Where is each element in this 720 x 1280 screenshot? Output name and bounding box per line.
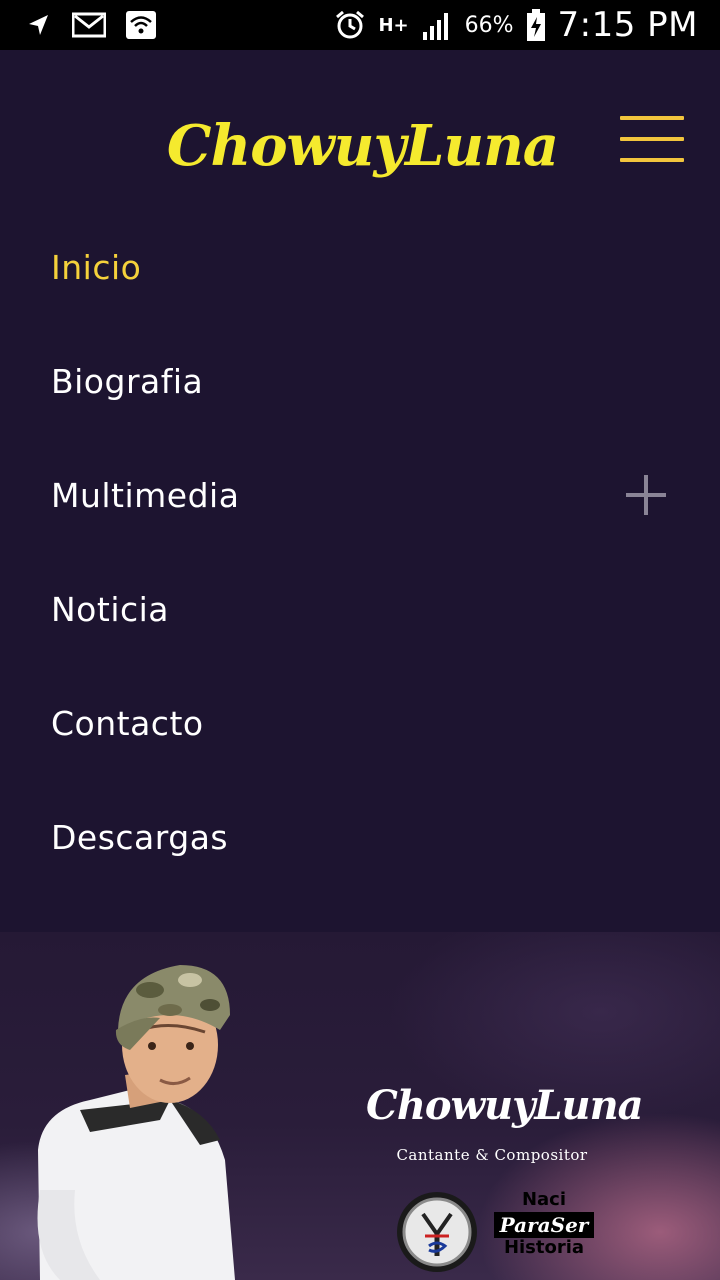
status-bar: H+ 66% 7:15 PM: [0, 0, 720, 50]
badge-bottom-text: Historia: [503, 1237, 585, 1258]
nav-item-contacto[interactable]: Contacto: [0, 666, 720, 780]
main-nav-menu: Inicio Biografia Multimedia Noticia Cont…: [0, 210, 720, 932]
battery-charging-icon: [526, 9, 546, 41]
ts-seal-icon: [397, 1192, 477, 1272]
alarm-icon: [334, 9, 366, 41]
artist-banner: ChowuyLuna Cantante & Compositor Naci Pa…: [0, 932, 720, 1280]
status-time: 7:15 PM: [557, 5, 698, 45]
wifi-icon: [126, 11, 156, 39]
nav-item-noticia[interactable]: Noticia: [0, 552, 720, 666]
hamburger-line: [620, 158, 684, 162]
nav-item-inicio[interactable]: Inicio: [0, 210, 720, 324]
hamburger-line: [620, 137, 684, 141]
status-left-icons: [26, 11, 156, 39]
nav-item-label: Inicio: [51, 247, 142, 287]
banner-subtitle: Cantante & Compositor: [396, 1146, 588, 1164]
artist-photo: [37, 965, 235, 1280]
nav-item-descargas[interactable]: Descargas: [0, 780, 720, 894]
gmail-icon: [72, 12, 106, 38]
nav-item-label: Contacto: [51, 703, 204, 743]
badge-top-text: Naci: [521, 1189, 567, 1210]
naci-para-ser-historia-badge: Naci ParaSer Historia: [493, 1189, 595, 1274]
nav-item-label: Multimedia: [51, 475, 240, 515]
nav-item-biografia[interactable]: Biografia: [0, 324, 720, 438]
status-right-icons: H+ 66% 7:15 PM: [334, 5, 698, 45]
hplus-data-icon: H+: [378, 14, 409, 36]
nav-item-label: Noticia: [51, 589, 170, 629]
nav-item-multimedia[interactable]: Multimedia: [0, 438, 720, 552]
navigation-icon: [26, 12, 52, 38]
site-header: ChowuyLuna: [0, 50, 720, 210]
nav-item-label: Biografia: [51, 361, 204, 401]
battery-percent: 66%: [464, 12, 514, 38]
expand-plus-icon[interactable]: [626, 475, 666, 515]
badge-middle-text: ParaSer: [493, 1212, 595, 1238]
nav-item-label: Descargas: [51, 817, 229, 857]
banner-logo: ChowuyLuna: [366, 1082, 644, 1129]
site-logo[interactable]: ChowuyLuna: [167, 100, 559, 192]
menu-toggle-button[interactable]: [620, 116, 684, 162]
hamburger-line: [620, 116, 684, 120]
signal-icon: [421, 10, 453, 40]
